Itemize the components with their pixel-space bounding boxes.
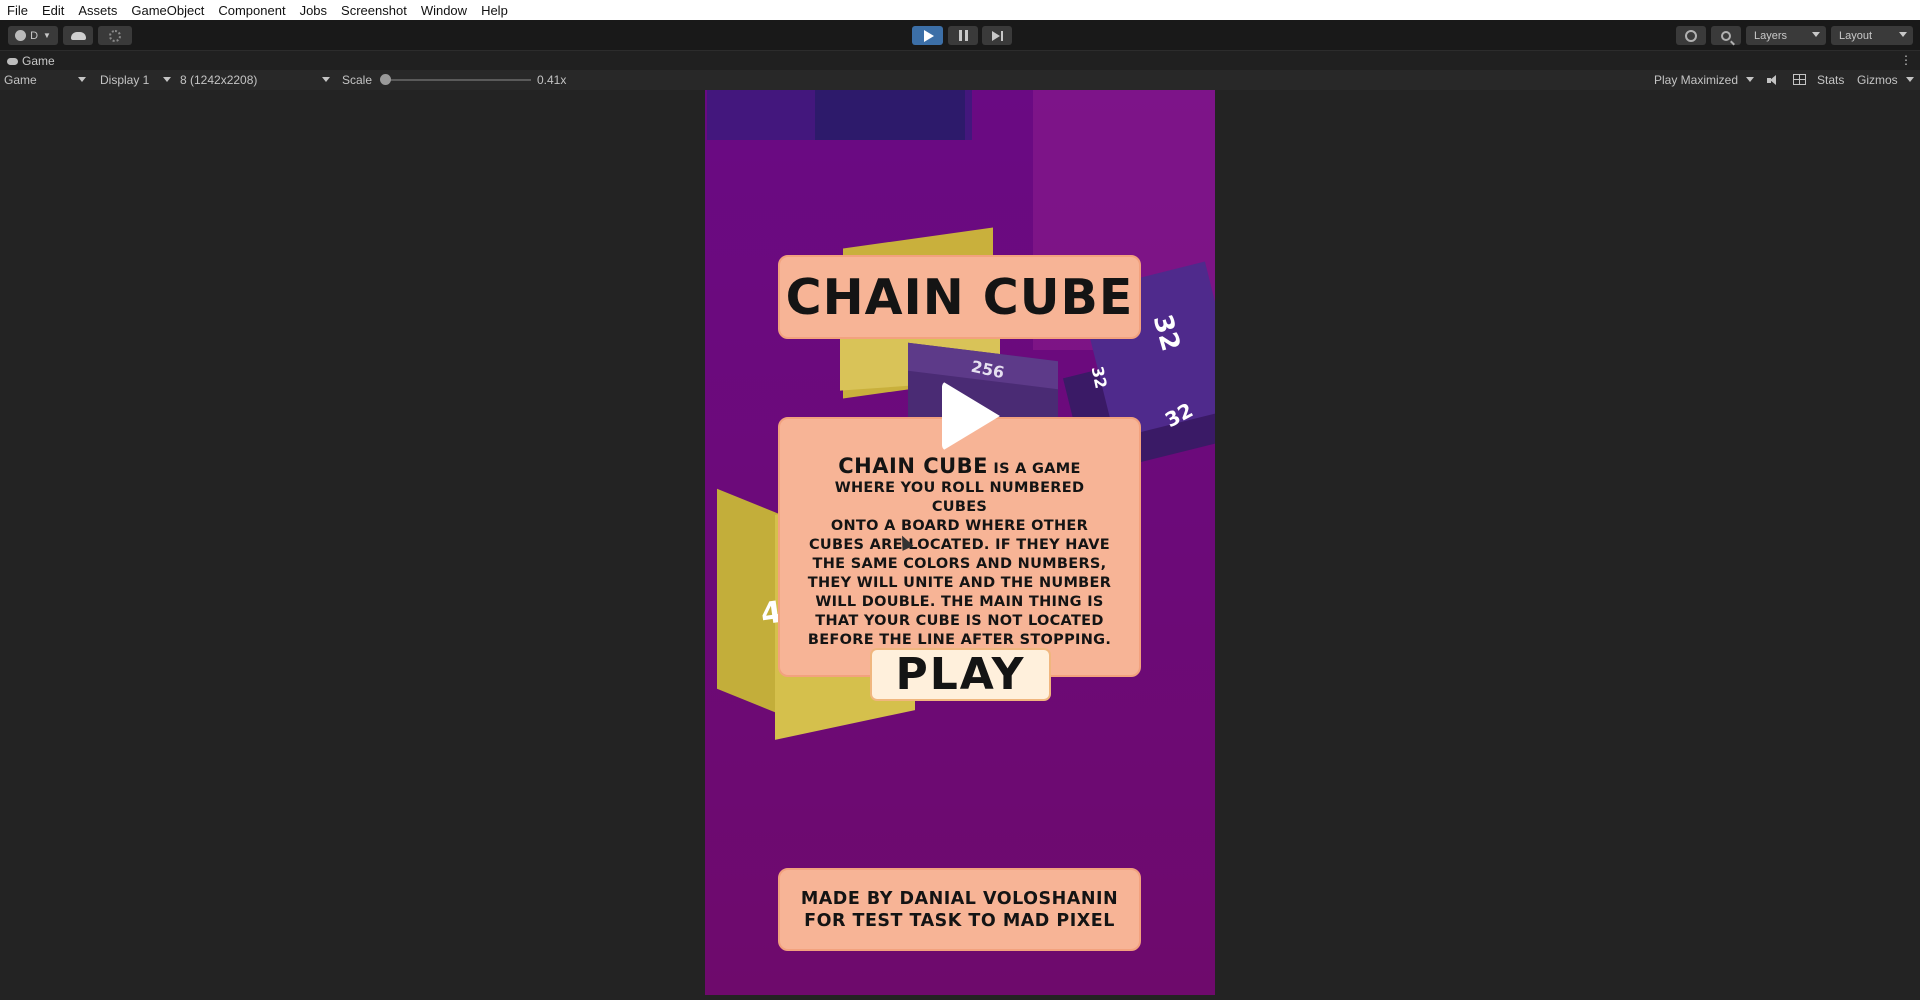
description-line: is a game (993, 461, 1081, 477)
account-dropdown[interactable]: D ▼ (8, 26, 58, 45)
search-icon (1721, 30, 1731, 41)
chevron-down-icon (1906, 77, 1914, 82)
play-icon (924, 29, 934, 42)
chevron-down-icon (1746, 77, 1754, 82)
play-button[interactable] (912, 26, 943, 45)
description-brand: CHAIN CUBE (838, 454, 989, 478)
tab-game[interactable]: Game (7, 54, 55, 68)
history-icon (1685, 29, 1697, 42)
chevron-down-icon (1812, 32, 1820, 37)
pause-icon (958, 30, 968, 41)
menu-help[interactable]: Help (481, 3, 508, 18)
play-mode-dropdown[interactable]: Play Maximized (1654, 73, 1738, 87)
description-line: before the line after stopping. (807, 632, 1112, 648)
layout-label: Layout (1839, 29, 1873, 42)
game-viewport: 256 32 32 32 4 CHAIN CUBE CHAIN CUBE is … (0, 90, 1920, 1000)
kebab-menu-icon[interactable]: ⋮ (1900, 53, 1912, 67)
layout-dropdown[interactable]: Layout (1831, 26, 1913, 45)
description-line: that your cube is not located (815, 613, 1104, 629)
chevron-down-icon (1899, 32, 1907, 37)
description-line: onto a board where other (830, 518, 1089, 534)
chevron-down-icon (163, 77, 171, 82)
scale-label: Scale (342, 73, 373, 87)
gizmos-dropdown[interactable]: Gizmos (1857, 73, 1898, 87)
cube-top-far-shade (815, 90, 965, 140)
account-label: D (30, 29, 39, 42)
pause-button[interactable] (948, 26, 978, 45)
scale-value: 0.41x (537, 73, 567, 87)
menu-jobs[interactable]: Jobs (300, 3, 327, 18)
cloud-icon (70, 31, 86, 40)
account-icon (15, 30, 27, 41)
tab-game-label: Game (22, 54, 55, 68)
play-game-button[interactable]: PLAY (870, 648, 1051, 701)
main-toolbar: D ▼ Layers Layout (0, 20, 1920, 50)
credit-line-2: for test task to Mad Pixel (804, 910, 1115, 931)
game-view-controls: Game Display 1 8 (1242x2208) Scale 0.41x… (0, 70, 1920, 90)
collab-button[interactable] (98, 26, 132, 45)
credits-panel: made by Danial Voloshanin for test task … (778, 868, 1141, 951)
search-button[interactable] (1711, 26, 1741, 45)
chevron-down-icon: ▼ (43, 31, 51, 40)
audio-icon[interactable] (1767, 75, 1777, 85)
stats-button[interactable]: Stats (1817, 73, 1844, 87)
credit-line-1: made by Danial Voloshanin (800, 888, 1119, 909)
description-line: the same colors and numbers, (812, 556, 1107, 572)
cloud-button[interactable] (63, 26, 93, 45)
menu-assets[interactable]: Assets (78, 3, 117, 18)
game-screen[interactable]: 256 32 32 32 4 CHAIN CUBE CHAIN CUBE is … (705, 90, 1215, 995)
play-icon[interactable] (934, 381, 1004, 451)
aspect-grid-icon[interactable] (1793, 74, 1806, 85)
menu-file[interactable]: File (7, 3, 28, 18)
description-line: cubes are located. If they have (808, 537, 1110, 553)
layers-label: Layers (1754, 29, 1788, 42)
chevron-down-icon (78, 77, 86, 82)
description-line: where you roll numbered cubes (834, 480, 1085, 515)
menu-edit[interactable]: Edit (42, 3, 64, 18)
menu-bar: File Edit Assets GameObject Component Jo… (0, 0, 1920, 20)
gamepad-icon (7, 57, 18, 65)
game-tab-bar: Game ⋮ (0, 50, 1920, 70)
scale-slider-handle[interactable] (380, 74, 391, 85)
display-dropdown[interactable]: Display 1 (100, 73, 149, 87)
resolution-dropdown[interactable]: 8 (1242x2208) (180, 73, 257, 87)
description-line: will double. The main thing is (815, 594, 1104, 610)
history-button[interactable] (1676, 26, 1706, 45)
menu-gameobject[interactable]: GameObject (131, 3, 204, 18)
layers-dropdown[interactable]: Layers (1746, 26, 1826, 45)
menu-window[interactable]: Window (421, 3, 467, 18)
view-dropdown[interactable]: Game (4, 73, 37, 87)
description-text: CHAIN CUBE is a game where you roll numb… (806, 454, 1113, 650)
title-panel: CHAIN CUBE (778, 255, 1141, 339)
menu-screenshot[interactable]: Screenshot (341, 3, 407, 18)
play-game-label: PLAY (895, 649, 1026, 700)
game-title: CHAIN CUBE (785, 268, 1134, 326)
step-icon (991, 30, 1003, 41)
scale-slider-track[interactable] (386, 79, 531, 81)
description-line: they will unite and the number (807, 575, 1112, 591)
description-panel: CHAIN CUBE is a game where you roll numb… (778, 417, 1141, 677)
step-button[interactable] (982, 26, 1012, 45)
gear-icon (109, 29, 121, 42)
menu-component[interactable]: Component (218, 3, 285, 18)
chevron-down-icon (322, 77, 330, 82)
